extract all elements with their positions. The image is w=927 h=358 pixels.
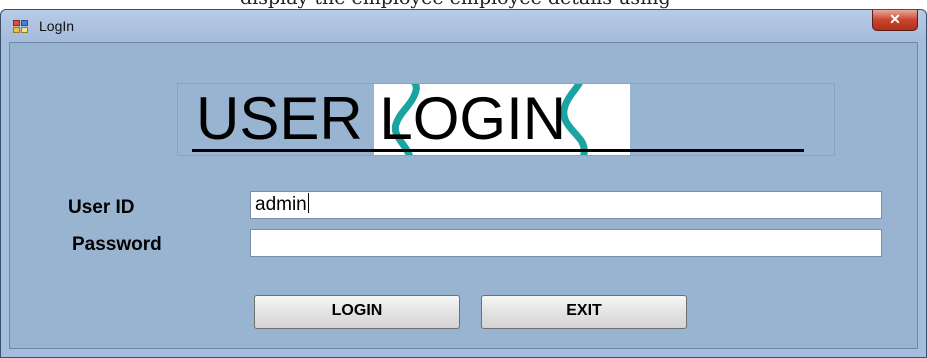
window-title: LogIn: [39, 18, 75, 34]
password-label: Password: [72, 234, 162, 255]
exit-button[interactable]: EXIT: [481, 295, 687, 329]
banner-underline: [192, 149, 804, 152]
app-window-icon: [13, 20, 29, 34]
text-caret: [307, 193, 309, 213]
user-id-label: User ID: [68, 197, 135, 218]
password-input[interactable]: [250, 229, 882, 257]
user-login-banner: USER LOGIN: [177, 83, 835, 156]
login-window: LogIn ✕ USER LOGIN User ID admin Passwor…: [0, 9, 927, 358]
close-icon: ✕: [889, 11, 901, 27]
user-id-input[interactable]: admin: [250, 191, 882, 219]
close-button[interactable]: ✕: [872, 10, 918, 31]
banner-title: USER LOGIN: [196, 85, 567, 152]
user-id-value: admin: [255, 194, 307, 215]
title-bar: LogIn ✕: [1, 10, 926, 42]
login-button-label: LOGIN: [331, 302, 383, 319]
form-client-area: USER LOGIN User ID admin Password LOGIN …: [9, 42, 918, 349]
login-button[interactable]: LOGIN: [254, 295, 460, 329]
document-text: display the employee employee details us…: [240, 0, 671, 9]
exit-button-label: EXIT: [566, 302, 602, 319]
